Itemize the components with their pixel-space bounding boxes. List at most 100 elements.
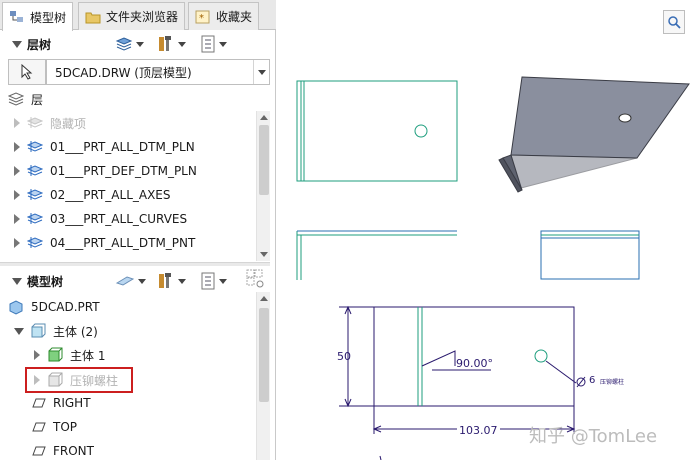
layers-icon <box>115 37 133 51</box>
angle-dimension[interactable]: 90.00° <box>456 357 493 370</box>
body-group-icon <box>30 323 46 339</box>
isometric-view[interactable] <box>498 76 690 193</box>
expand-icon[interactable] <box>14 214 20 224</box>
favorites-icon: * <box>195 10 211 24</box>
expand-icon[interactable] <box>14 166 20 176</box>
expand-icon[interactable] <box>34 350 40 360</box>
layer-icon <box>26 187 44 203</box>
scroll-up-icon[interactable] <box>260 296 268 301</box>
model-tree-item[interactable]: TOP <box>30 415 77 439</box>
front-view[interactable] <box>296 80 458 182</box>
datum-plane-icon <box>30 395 46 411</box>
layer-item[interactable]: 隐藏项 <box>14 111 86 135</box>
svg-text:*: * <box>199 13 204 24</box>
model-tree-icon <box>9 10 25 24</box>
model-tree-item[interactable]: 5DCAD.PRT <box>8 295 100 319</box>
model-tree-item[interactable]: 主体 (2) <box>14 319 98 343</box>
layer-tools-button[interactable] <box>157 35 186 53</box>
hole-note: 压铆螺柱 <box>600 379 625 386</box>
model-select[interactable]: 5DCAD.DRW (顶层模型) <box>46 59 270 85</box>
layer-item[interactable]: 02___PRT_ALL_AXES <box>14 183 171 207</box>
tab-label: 模型树 <box>30 10 67 25</box>
part-icon <box>8 299 24 315</box>
top-view[interactable] <box>296 230 457 280</box>
side-view[interactable] <box>540 230 640 280</box>
drawing-canvas[interactable]: 50 90.00° 103.07 6 压铆螺柱 知乎 @TomLee <box>277 0 691 460</box>
chevron-down-icon <box>136 41 144 47</box>
tools-icon <box>159 36 171 51</box>
watermark: 知乎 @TomLee <box>529 426 658 447</box>
layer-item[interactable]: 03___PRT_ALL_CURVES <box>14 207 187 231</box>
scroll-up-icon[interactable] <box>260 115 268 120</box>
navigator-pane: 模型树 文件夹浏览器 * 收藏夹 层树 5DCAD.DRW (顶层模型) 层 隐… <box>0 0 276 460</box>
chevron-down-icon <box>219 41 227 47</box>
list-settings-icon <box>201 272 215 290</box>
hole-dimension[interactable]: 6 <box>589 375 595 386</box>
scroll-thumb[interactable] <box>259 125 269 195</box>
hidden-items-icon <box>246 269 264 288</box>
cursor-arrow-icon <box>21 64 33 80</box>
tab-model-tree[interactable]: 模型树 <box>2 2 74 31</box>
collapse-icon[interactable] <box>14 327 24 335</box>
pane-splitter[interactable] <box>0 262 270 266</box>
chevron-down-icon <box>257 69 266 75</box>
tab-label: 收藏夹 <box>216 10 253 24</box>
expand-icon[interactable] <box>14 142 20 152</box>
collapse-icon[interactable] <box>12 40 22 48</box>
layer-item-label: 03___PRT_ALL_CURVES <box>50 212 188 226</box>
layer-item-label: 02___PRT_ALL_AXES <box>50 188 171 202</box>
layer-icon <box>26 139 44 155</box>
body-icon <box>47 347 63 363</box>
tab-favorites[interactable]: * 收藏夹 <box>188 2 260 30</box>
model-tree-item[interactable]: RIGHT <box>30 391 91 415</box>
dropdown-arrow[interactable] <box>253 60 269 84</box>
layer-root[interactable]: 层 <box>7 87 44 111</box>
layer-scrollbar[interactable] <box>256 111 270 261</box>
layer-item-label: 隐藏项 <box>50 116 87 131</box>
datum-plane-icon <box>30 419 46 435</box>
expand-icon[interactable] <box>14 190 20 200</box>
model-scrollbar[interactable] <box>256 292 270 460</box>
chevron-down-icon <box>138 278 146 284</box>
model-tree-item[interactable]: 主体 1 <box>34 343 105 367</box>
model-tree-title: 模型树 <box>27 274 64 289</box>
model-display-button[interactable] <box>115 272 146 290</box>
model-tree-item-label: TOP <box>53 420 78 434</box>
scroll-down-icon[interactable] <box>260 252 268 257</box>
select-pointer-button[interactable] <box>8 59 46 85</box>
layer-item[interactable]: 01___PRT_ALL_DTM_PLN <box>14 135 195 159</box>
collapse-icon[interactable] <box>12 277 22 285</box>
navigator-tabs: 模型树 文件夹浏览器 * 收藏夹 <box>0 0 276 31</box>
model-select-value: 5DCAD.DRW (顶层模型) <box>55 65 192 80</box>
expand-icon[interactable] <box>14 118 20 128</box>
expand-icon[interactable] <box>14 238 20 248</box>
model-tree-item-label: 主体 (2) <box>53 324 98 339</box>
datum-plane-icon <box>30 443 46 459</box>
layer-item-label: 01___PRT_ALL_DTM_PLN <box>50 140 195 154</box>
tools-icon <box>159 273 171 288</box>
model-settings-button[interactable] <box>200 272 227 290</box>
tab-folder-browser[interactable]: 文件夹浏览器 <box>78 2 186 30</box>
layer-tree-title: 层树 <box>27 37 52 52</box>
highlight-box <box>25 367 133 393</box>
layer-settings-button[interactable] <box>200 35 227 53</box>
layer-item[interactable]: 01___PRT_DEF_DTM_PLN <box>14 159 197 183</box>
model-tree-item[interactable]: FRONT <box>30 439 94 463</box>
layers-icon <box>7 91 25 107</box>
list-settings-icon <box>201 35 215 53</box>
drawing-sheet <box>296 76 690 460</box>
chevron-down-icon <box>219 278 227 284</box>
layer-display-button[interactable] <box>115 35 144 53</box>
height-dimension[interactable]: 50 <box>337 350 351 363</box>
model-tools-button[interactable] <box>157 272 186 290</box>
layer-icon <box>26 163 44 179</box>
model-tree-item-label: RIGHT <box>53 396 91 410</box>
scroll-thumb[interactable] <box>259 308 269 402</box>
layer-item[interactable]: 04___PRT_ALL_DTM_PNT <box>14 231 195 255</box>
layer-icon <box>26 115 44 131</box>
model-tree-item-label: FRONT <box>53 444 94 458</box>
show-hidden-button[interactable] <box>246 269 266 288</box>
chevron-down-icon <box>178 278 186 284</box>
layer-root-label: 层 <box>31 92 44 107</box>
width-dimension[interactable]: 103.07 <box>457 424 500 437</box>
